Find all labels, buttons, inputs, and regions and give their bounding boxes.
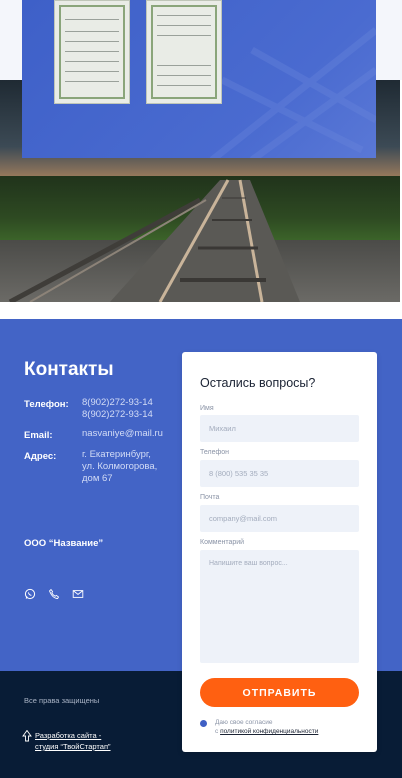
company-name: ООО “Название” — [24, 538, 104, 549]
developer-link[interactable]: Разработка сайта - студия “ТвойСтартап” — [35, 730, 111, 752]
phone-icon[interactable] — [47, 587, 61, 601]
name-label: Имя — [200, 405, 214, 412]
certificate-image-2[interactable] — [146, 0, 222, 104]
email-value[interactable]: nasvaniye@mail.ru — [82, 428, 163, 440]
phone-value-1[interactable]: 8(902)272-93-14 — [82, 397, 153, 409]
consent-radio[interactable] — [200, 720, 207, 727]
email-input[interactable] — [200, 505, 359, 532]
whatsapp-icon[interactable] — [23, 587, 37, 601]
name-input[interactable] — [200, 415, 359, 442]
developer-link-line-1: Разработка сайта - — [35, 731, 102, 740]
privacy-policy-link[interactable]: политикой конфиденциальности — [220, 728, 318, 735]
developer-logo-icon — [22, 730, 32, 742]
developer-link-line-2: студия “ТвойСтартап” — [35, 742, 111, 751]
comment-label: Комментарий — [200, 539, 245, 546]
phone-value-2[interactable]: 8(902)272-93-14 — [82, 409, 153, 421]
mail-icon[interactable] — [71, 587, 85, 601]
submit-button[interactable]: ОТПРАВИТЬ — [200, 678, 359, 707]
phone-field-label: Телефон — [200, 449, 230, 456]
consent-text: Даю свое согласие с политикой конфиденци… — [215, 718, 318, 736]
email-field-label: Почта — [200, 494, 220, 501]
certificate-image-1[interactable] — [54, 0, 130, 104]
address-line-2: ул. Колмогорова, — [82, 461, 158, 472]
address-label: Адрес: — [24, 451, 57, 462]
phone-label: Телефон: — [24, 399, 69, 410]
section-divider — [0, 302, 402, 319]
form-title: Остались вопросы? — [200, 376, 316, 390]
email-label: Email: — [24, 430, 53, 441]
comment-textarea[interactable] — [200, 550, 359, 663]
question-form: Остались вопросы? Имя Телефон Почта Комм… — [182, 352, 377, 752]
contacts-title: Контакты — [24, 359, 114, 380]
consent-text-line: Даю свое согласие — [215, 719, 273, 726]
copyright-text: Все права защищены — [24, 696, 100, 705]
address-line-3: дом 67 — [82, 473, 113, 484]
phone-input[interactable] — [200, 460, 359, 487]
address-line-1: г. Екатеринбург, — [82, 449, 151, 460]
